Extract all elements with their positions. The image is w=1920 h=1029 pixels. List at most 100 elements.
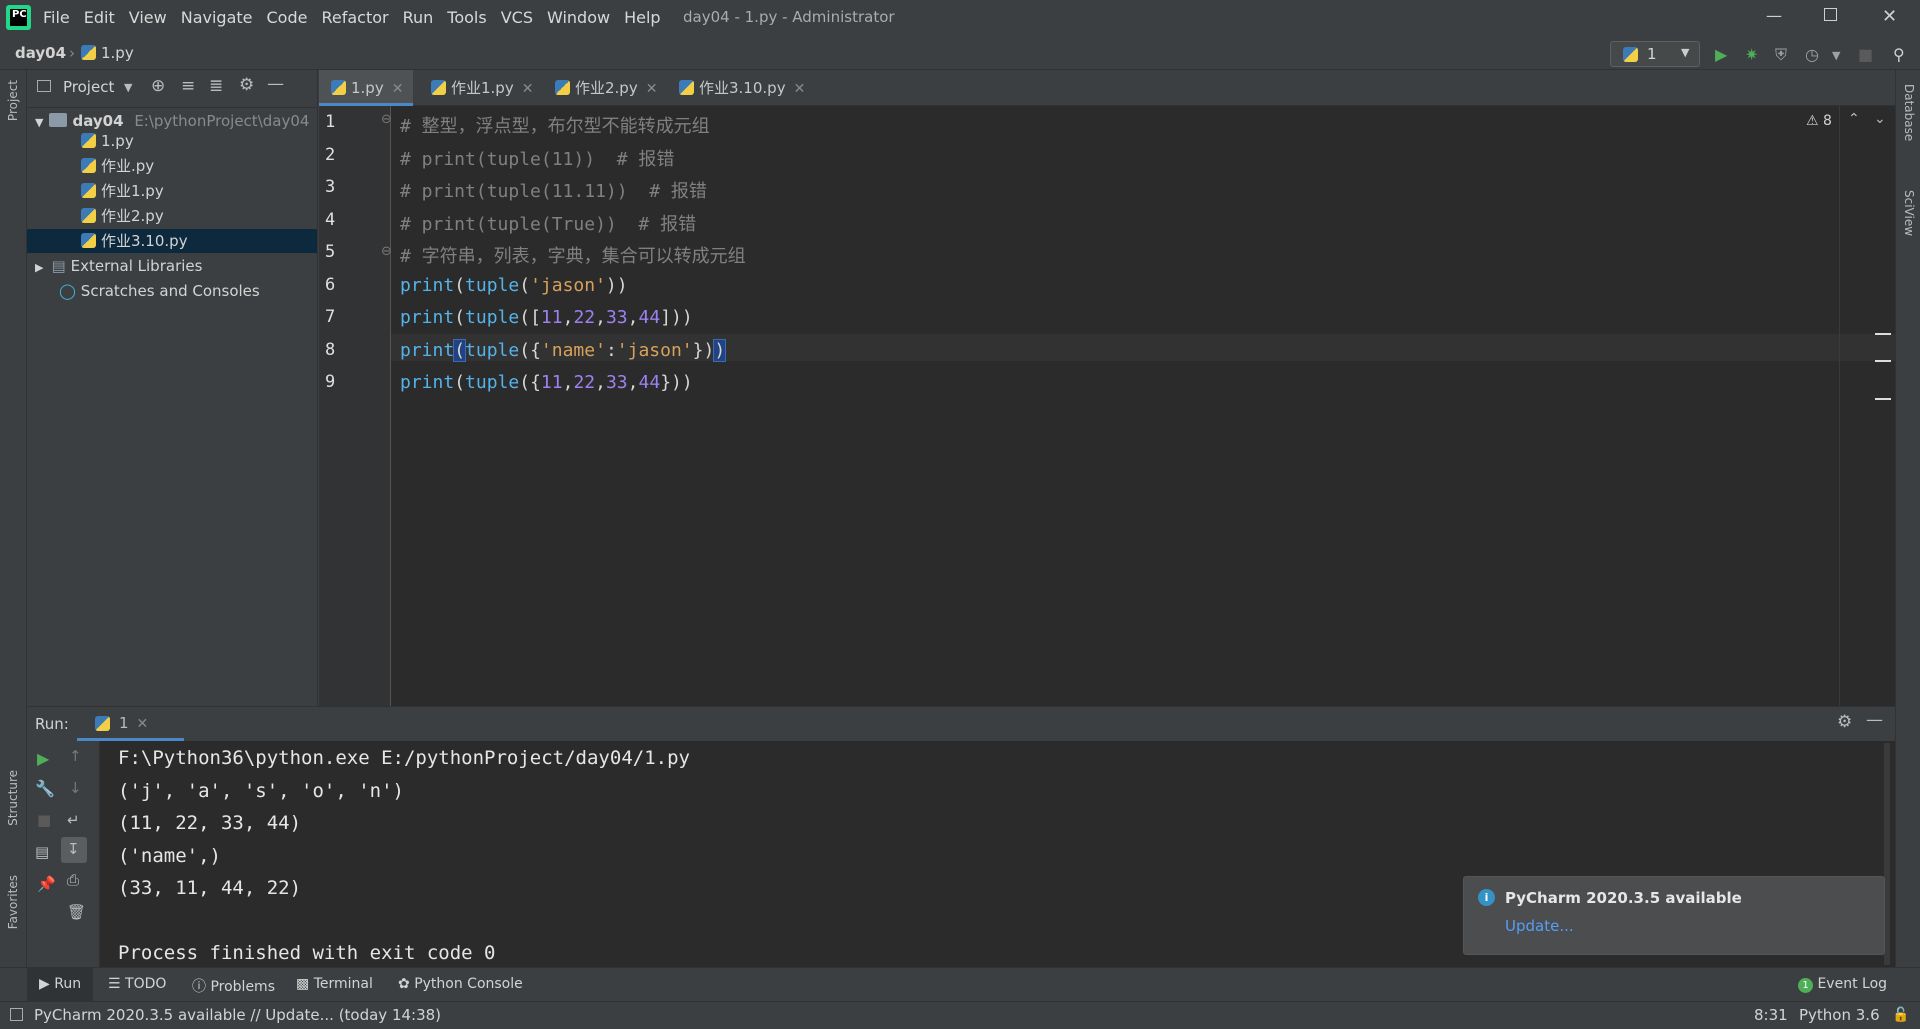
fold-icon[interactable]: ⊖ (381, 112, 392, 127)
status-message[interactable]: PyCharm 2020.3.5 available // Update... … (34, 1006, 441, 1024)
caret-position[interactable]: 8:31 (1754, 1006, 1788, 1024)
scroll-marker (1875, 360, 1891, 362)
restore-icon[interactable] (1824, 8, 1837, 21)
tree-file[interactable]: 1.py (81, 129, 134, 153)
minimize-icon[interactable]: — (1766, 6, 1782, 25)
status-bar: PyCharm 2020.3.5 available // Update... … (0, 1001, 1920, 1029)
favorites-tool-tab[interactable]: Favorites (6, 875, 20, 929)
menu-vcs[interactable]: VCS (501, 8, 533, 27)
search-icon[interactable]: ⚲ (1893, 45, 1905, 64)
pin-icon[interactable]: 📌 (37, 875, 56, 893)
menu-window[interactable]: Window (547, 8, 610, 27)
code-line: # 字符串，列表，字典，集合可以转成元组 (400, 246, 746, 267)
tree-file[interactable]: 作业2.py (81, 204, 164, 228)
next-highlight-icon[interactable]: ⌄ (1874, 111, 1886, 127)
menu-help[interactable]: Help (624, 8, 660, 27)
update-link[interactable]: Update... (1505, 917, 1574, 935)
structure-tool-tab[interactable]: Structure (6, 770, 20, 826)
sciview-tool-tab[interactable]: SciView (1902, 190, 1916, 236)
menu-file[interactable]: File (43, 8, 70, 27)
coverage-icon[interactable]: ⛨ (1775, 45, 1787, 65)
gear-icon[interactable]: ⚙ (1837, 712, 1852, 732)
root-name: day04 (72, 112, 124, 130)
code-editor[interactable]: 1 2 3 4 5 6 7 8 9 ⊖ ⊖ # 整型，浮点型，布尔型不能转成元组… (319, 106, 1895, 706)
project-tool-tab[interactable]: Project (6, 80, 20, 121)
collapse-all-icon[interactable]: ≣ (209, 76, 223, 96)
menu-tools[interactable]: Tools (447, 8, 486, 27)
chevron-down-icon[interactable]: ▼ (124, 81, 132, 94)
run-configuration-select[interactable]: 1 ▼ (1610, 41, 1700, 67)
tree-file-selected[interactable]: 作业3.10.py (27, 229, 317, 253)
previous-highlight-icon[interactable]: ⌃ (1848, 111, 1860, 127)
run-tool-button[interactable]: ▶ Run (27, 968, 94, 1001)
python-file-icon (95, 716, 110, 731)
close-tab-icon[interactable]: ✕ (137, 716, 149, 732)
debug-icon[interactable]: ✷ (1745, 45, 1758, 64)
breadcrumb-file-label: 1.py (101, 44, 134, 62)
code-line: print(tuple({'name':'jason'})) (400, 339, 727, 362)
wrench-icon[interactable]: 🔧 (35, 779, 55, 798)
close-tab-icon[interactable]: ✕ (794, 81, 806, 97)
menu-code[interactable]: Code (267, 8, 308, 27)
soft-wrap-icon[interactable]: ↵ (67, 811, 80, 829)
breadcrumb-project[interactable]: day04 (15, 44, 66, 62)
gear-icon[interactable]: ⚙ (239, 75, 254, 95)
close-tab-icon[interactable]: ✕ (646, 81, 658, 97)
lock-icon[interactable]: 🔓 (1892, 1007, 1909, 1023)
trash-icon[interactable]: 🗑 (67, 903, 86, 921)
tool-windows-icon[interactable] (10, 1008, 23, 1021)
layout-icon[interactable]: ▤ (35, 843, 49, 861)
stop-icon[interactable]: ■ (37, 811, 51, 829)
breadcrumb-file[interactable]: 1.py (81, 44, 134, 62)
todo-tool-button[interactable]: ☰ TODO (108, 976, 166, 992)
hide-icon[interactable]: — (267, 74, 284, 94)
menu-view[interactable]: View (129, 8, 167, 27)
print-icon[interactable]: ⎙ (67, 871, 79, 889)
profile-icon[interactable]: ◷ (1805, 45, 1819, 64)
profile-menu-chevron-icon[interactable]: ▼ (1832, 49, 1840, 62)
tree-file[interactable]: 作业.py (81, 154, 154, 178)
close-tab-icon[interactable]: ✕ (392, 81, 404, 97)
stop-icon[interactable]: ■ (1858, 45, 1873, 64)
menu-edit[interactable]: Edit (84, 8, 115, 27)
run-tab-label: 1 (119, 714, 129, 732)
close-tab-icon[interactable]: ✕ (522, 81, 534, 97)
tree-scratches[interactable]: ◯ Scratches and Consoles (59, 279, 260, 303)
line-number: 2 (325, 145, 336, 165)
hide-icon[interactable]: — (1866, 710, 1883, 730)
file-label: 作业3.10.py (101, 232, 188, 250)
scroll-to-end-icon[interactable]: ↧ (61, 837, 87, 863)
file-label: 作业2.py (101, 207, 164, 225)
close-window-icon[interactable]: ✕ (1882, 6, 1897, 27)
fold-icon[interactable]: ⊖ (381, 244, 392, 259)
down-arrow-icon[interactable]: ↓ (69, 779, 82, 797)
tab-zuoye2[interactable]: 作业2.py ✕ (549, 70, 657, 106)
python-interpreter[interactable]: Python 3.6 (1799, 1006, 1880, 1024)
project-view-select[interactable]: Project (63, 78, 114, 96)
notification-title: PyCharm 2020.3.5 available (1505, 889, 1742, 907)
run-icon[interactable]: ▶ (1715, 45, 1727, 64)
rerun-icon[interactable]: ▶ (37, 749, 49, 768)
menu-refactor[interactable]: Refactor (321, 8, 388, 27)
terminal-tool-button[interactable]: ▩ Terminal (296, 976, 373, 992)
up-arrow-icon[interactable]: ↑ (69, 747, 82, 765)
editor-tabs: 1.py ✕ 作业1.py ✕ 作业2.py ✕ 作业3.10.py ✕ (319, 70, 1895, 106)
locate-icon[interactable]: ⊕ (151, 76, 165, 96)
menu-navigate[interactable]: Navigate (181, 8, 253, 27)
tree-root[interactable]: ▼ day04 E:\pythonProject\day04 (35, 109, 309, 133)
tree-file[interactable]: 作业1.py (81, 179, 164, 203)
tab-1-py[interactable]: 1.py ✕ (319, 70, 413, 106)
event-log-button[interactable]: 1 Event Log (1798, 976, 1887, 993)
database-tool-tab[interactable]: Database (1902, 84, 1916, 141)
run-toolbar: ▶ 🔧 ■ ▤ 📌 ↑ ↓ ↵ ↧ ⎙ 🗑 (27, 741, 99, 968)
expand-all-icon[interactable]: ≡ (181, 76, 195, 96)
tab-zuoye3-10[interactable]: 作业3.10.py ✕ (673, 70, 805, 106)
menu-run[interactable]: Run (403, 8, 434, 27)
tree-external-libraries[interactable]: ▶ ▤ External Libraries (35, 254, 202, 278)
run-tab[interactable]: 1 ✕ (77, 707, 184, 741)
problems-tool-button[interactable]: ⓘ Problems (192, 976, 275, 996)
line-number: 5 (325, 242, 336, 262)
tab-zuoye1[interactable]: 作业1.py ✕ (425, 70, 533, 106)
python-console-tool-button[interactable]: ✿ Python Console (398, 976, 523, 992)
warnings-indicator[interactable]: ⚠ 8 (1806, 113, 1832, 129)
